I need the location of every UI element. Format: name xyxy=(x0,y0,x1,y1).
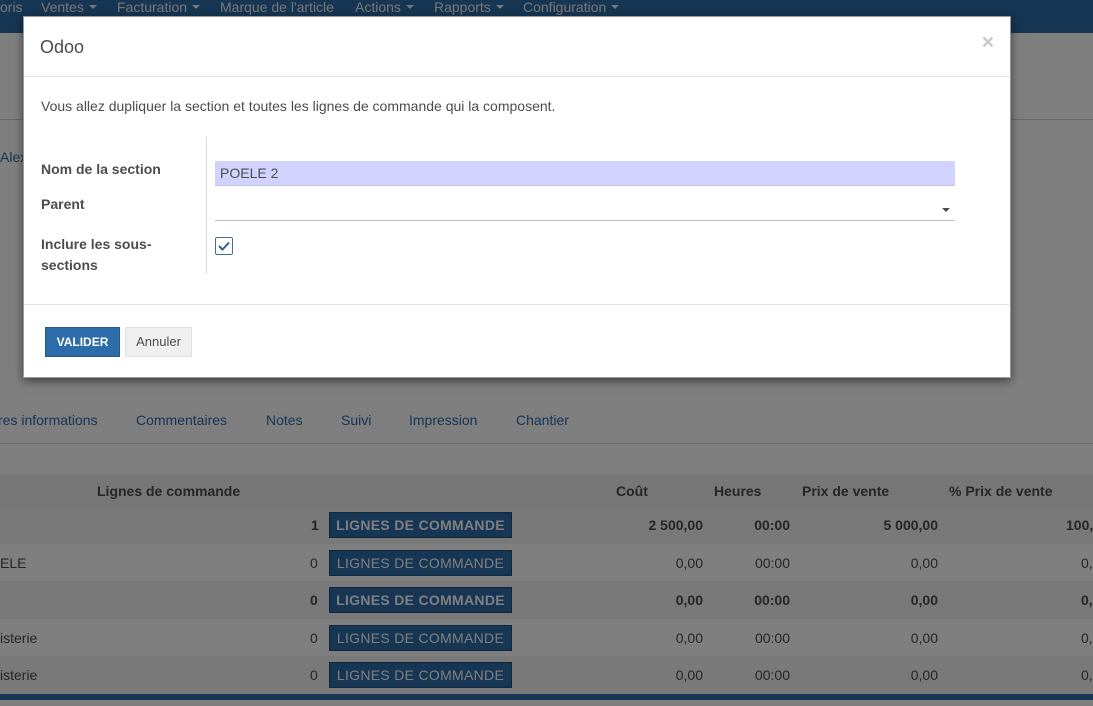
section-name-input[interactable] xyxy=(215,161,955,185)
validate-button[interactable]: VALIDER xyxy=(45,327,120,357)
dialog-body: Vous allez dupliquer la section et toute… xyxy=(24,78,1010,304)
cancel-button[interactable]: Annuler xyxy=(125,327,192,357)
parent-select[interactable] xyxy=(215,197,955,221)
include-subsections-label-line2: sections xyxy=(41,257,98,273)
dialog-footer: VALIDER Annuler xyxy=(24,304,1010,377)
duplicate-section-dialog: Odoo × Vous allez dupliquer la section e… xyxy=(23,16,1011,378)
dialog-intro-text: Vous allez dupliquer la section et toute… xyxy=(41,98,556,114)
dialog-title: Odoo xyxy=(40,37,85,57)
include-subsections-label-line1: Inclure les sous- xyxy=(41,236,152,252)
chevron-down-icon[interactable] xyxy=(942,208,950,212)
section-name-field[interactable] xyxy=(215,161,955,186)
close-icon[interactable]: × xyxy=(982,31,994,55)
dialog-header: Odoo × xyxy=(24,17,1010,77)
section-name-label: Nom de la section xyxy=(41,161,161,177)
include-subsections-checkbox[interactable] xyxy=(215,237,233,255)
checkmark-icon xyxy=(218,241,230,251)
parent-label: Parent xyxy=(41,196,85,212)
include-subsections-label: Inclure les sous- sections xyxy=(41,234,151,276)
form-separator xyxy=(206,137,207,274)
